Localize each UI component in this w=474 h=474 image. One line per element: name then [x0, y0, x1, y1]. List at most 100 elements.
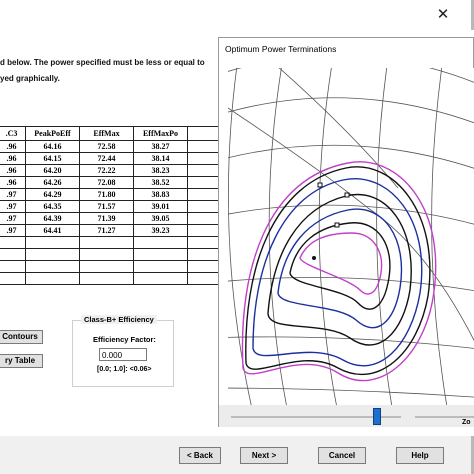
summary-table-button[interactable]: ry Table: [0, 354, 43, 368]
main-window: ✕ d below. The power specified must be l…: [0, 0, 474, 474]
marker: [344, 192, 350, 198]
table-header-row: .C3 PeakPoEff EffMax EffMaxPo: [0, 126, 222, 141]
grid-arc: [228, 97, 474, 124]
table-row[interactable]: [0, 272, 222, 285]
plot-window-title: Optimum Power Terminations: [225, 44, 337, 54]
table-cell: .97: [0, 212, 26, 225]
table-cell-extra: [187, 212, 222, 225]
table-cell: 39.05: [133, 212, 188, 225]
contour-black: [289, 222, 391, 310]
table-cell: [133, 236, 188, 249]
table-row[interactable]: .97 64.39 71.39 39.05: [0, 212, 222, 225]
efficiency-group-title: Class-B+ Efficiency: [81, 315, 157, 324]
table-cell: [0, 248, 26, 261]
column-header-extra: [187, 126, 222, 141]
table-cell: 64.41: [25, 224, 80, 237]
table-row[interactable]: .96 64.15 72.44 38.14: [0, 152, 222, 165]
table-row[interactable]: .96 64.20 72.22 38.23: [0, 164, 222, 177]
smith-chart-svg: [228, 68, 474, 405]
table-cell: [79, 248, 134, 261]
grid-arc: [228, 68, 252, 405]
table-cell-extra: [187, 200, 222, 213]
efficiency-range-text: [0.0; 1.0]: <0.06>: [97, 366, 152, 373]
marker: [317, 182, 323, 188]
zoom-slider-track[interactable]: [415, 416, 474, 418]
table-cell: .96: [0, 164, 26, 177]
column-header[interactable]: .C3: [0, 126, 26, 141]
table-cell: 71.39: [79, 212, 134, 225]
efficiency-factor-input[interactable]: 0.000: [99, 348, 147, 361]
column-header[interactable]: PeakPoEff: [25, 126, 80, 141]
table-cell: 64.20: [25, 164, 80, 177]
table-row[interactable]: [0, 248, 222, 261]
grid-arc: [228, 107, 474, 342]
instruction-line-1: d below. The power specified must be les…: [0, 58, 205, 67]
table-cell: .96: [0, 152, 26, 165]
efficiency-contours: [241, 161, 437, 382]
table-cell: 38.23: [133, 164, 188, 177]
power-slider-thumb[interactable]: [373, 408, 382, 425]
smith-grid: [228, 68, 474, 405]
grid-arc: [431, 68, 448, 405]
contours-button[interactable]: Contours: [0, 330, 43, 344]
table-row[interactable]: [0, 260, 222, 273]
table-cell: 64.16: [25, 140, 80, 153]
optimum-power-window: Optimum Power Terminations Zo: [218, 37, 474, 427]
table-cell: [25, 236, 80, 249]
next-button[interactable]: Next >: [240, 447, 288, 464]
table-row[interactable]: .96 64.16 72.58 38.27: [0, 140, 222, 153]
column-header[interactable]: EffMaxPo: [133, 126, 188, 141]
help-button[interactable]: Help: [396, 447, 444, 464]
table-row[interactable]: .97 64.29 71.80 38.83: [0, 188, 222, 201]
marker: [334, 222, 340, 228]
table-cell: .97: [0, 224, 26, 237]
results-table: .C3 PeakPoEff EffMax EffMaxPo .96 64.16 72…: [0, 126, 222, 285]
table-cell: 64.39: [25, 212, 80, 225]
close-button[interactable]: ✕: [434, 6, 452, 24]
table-cell: .96: [0, 140, 26, 153]
table-cell: 38.83: [133, 188, 188, 201]
table-cell: 38.52: [133, 176, 188, 189]
table-cell: 72.44: [79, 152, 134, 165]
table-cell: .97: [0, 188, 26, 201]
table-cell: [25, 260, 80, 273]
table-cell: 71.80: [79, 188, 134, 201]
table-row[interactable]: .96 64.26 72.08 38.52: [0, 176, 222, 189]
table-cell: [133, 248, 188, 261]
table-cell: [79, 272, 134, 285]
table-cell: .97: [0, 200, 26, 213]
plot-toolbar: Zo: [219, 405, 474, 427]
table-cell: [133, 272, 188, 285]
table-row[interactable]: .97 64.35 71.57 39.01: [0, 200, 222, 213]
grid-arc: [228, 68, 474, 83]
smith-chart-plot[interactable]: [228, 68, 474, 405]
table-cell: 71.57: [79, 200, 134, 213]
contour-blue: [277, 208, 403, 329]
table-cell: [79, 236, 134, 249]
table-cell-extra: [187, 224, 222, 237]
grid-arc: [228, 144, 474, 169]
table-cell-extra: [187, 152, 222, 165]
table-cell-extra: [187, 140, 222, 153]
table-cell-extra: [187, 188, 222, 201]
table-body: .96 64.16 72.58 38.27.96 64.15 72.44 38.14.96 6…: [0, 140, 222, 285]
table-cell: 64.35: [25, 200, 80, 213]
table-cell: [25, 248, 80, 261]
table-cell: 72.58: [79, 140, 134, 153]
table-cell: [0, 272, 26, 285]
table-cell: [79, 260, 134, 273]
table-row[interactable]: [0, 236, 222, 249]
back-button[interactable]: < Back: [179, 447, 221, 464]
table-row[interactable]: .97 64.41 71.27 39.23: [0, 224, 222, 237]
cancel-button[interactable]: Cancel: [318, 447, 366, 464]
table-cell-extra: [187, 260, 222, 273]
grid-arc: [228, 276, 474, 292]
table-cell-extra: [187, 248, 222, 261]
table-cell: 38.27: [133, 140, 188, 153]
table-cell: 39.01: [133, 200, 188, 213]
table-cell-extra: [187, 164, 222, 177]
table-cell: 71.27: [79, 224, 134, 237]
table-cell: 38.14: [133, 152, 188, 165]
column-header[interactable]: EffMax: [79, 126, 134, 141]
efficiency-group: Class-B+ Efficiency Efficiency Factor: 0…: [72, 315, 174, 387]
